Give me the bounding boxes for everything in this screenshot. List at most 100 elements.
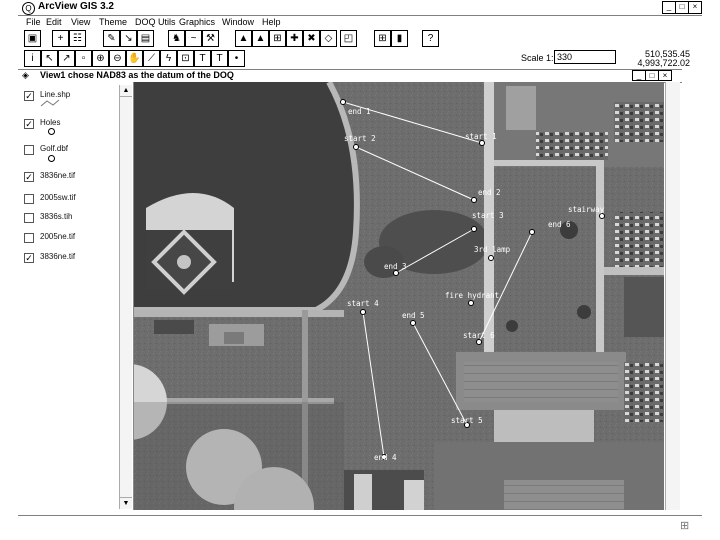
menu-graphics[interactable]: Graphics [179,17,215,27]
pointer-icon[interactable]: ↖ [41,50,58,67]
scroll-down-icon[interactable]: ▼ [120,497,132,509]
select-graphics-icon[interactable]: ◰ [340,30,357,47]
view-window-icon: ◈ [22,70,29,80]
button-bar: ▣ + ☷ ✎ ↘ ▤ ♞ ~ ⚒ ▲ ▲ ⊞ ✚ ✖ ◇ ◰ ⊞ ▮ ? [18,30,702,48]
draw-point-icon[interactable]: • [228,50,245,67]
close-icon[interactable]: × [688,1,702,14]
map-display[interactable]: end 1 start 1 start 2 end 2 start 3 stai… [134,82,664,510]
layer-checkbox[interactable]: ✓ [24,119,34,129]
vertex-edit-icon[interactable]: ↗ [58,50,75,67]
menu-bar: File Edit View Theme DOQ Utils Graphics … [18,16,702,29]
scroll-up-icon[interactable]: ▲ [120,85,132,97]
map-label: start 6 [463,331,495,340]
layer-checkbox[interactable] [24,145,34,155]
zoom-selected-icon[interactable]: ⊞ [269,30,286,47]
layer-name[interactable]: Line.shp [40,90,70,99]
tool-bar: i ↖ ↗ ▫ ⊕ ⊖ ✋ ⟋ ϟ ⊡ T T • [18,50,518,68]
map-label: 3rd lamp [474,245,511,254]
layout-page-icon[interactable]: ▮ [391,30,408,47]
map-label: fire hydrant [445,291,499,300]
map-label: end 4 [374,453,397,462]
zoom-in-tool-icon[interactable]: ⊕ [92,50,109,67]
zoom-previous-icon[interactable]: ◇ [320,30,337,47]
zoom-out-tool-icon[interactable]: ⊖ [109,50,126,67]
layer-checkbox[interactable] [24,213,34,223]
layer-checkbox[interactable] [24,233,34,243]
text-tool-icon[interactable]: T [211,50,228,67]
map-label: end 6 [548,220,571,229]
layer-name[interactable]: 2005ne.tif [40,232,75,241]
menu-view[interactable]: View [71,17,90,27]
app-title: ArcView GIS 3.2 [38,1,114,12]
table-of-contents: ✓ Line.shp ✓ Holes Golf.dbf ✓ 3836ne.tif… [18,82,134,510]
measure-icon[interactable]: ⟋ [143,50,160,67]
map-label: start 3 [472,211,504,220]
point-symbol-icon [48,128,55,135]
identify-icon[interactable]: i [24,50,41,67]
pan-icon[interactable]: ✋ [126,50,143,67]
map-label: start 2 [344,134,376,143]
status-bar: ⊞ [18,515,702,536]
menu-edit[interactable]: Edit [46,17,62,27]
view-close-icon[interactable]: × [658,70,672,81]
help-icon[interactable]: ? [422,30,439,47]
maximize-icon[interactable]: □ [675,1,689,14]
layout-grid-icon[interactable]: ⊞ [374,30,391,47]
layer-name[interactable]: 2005sw.tif [40,193,76,202]
layer-name[interactable]: 3836ne.tif [40,171,75,180]
layer-checkbox[interactable]: ✓ [24,253,34,263]
menu-window[interactable]: Window [222,17,254,27]
theme-properties-icon[interactable]: ☷ [69,30,86,47]
open-table-icon[interactable]: ▤ [137,30,154,47]
zoom-active-themes-icon[interactable]: ▲ [252,30,269,47]
layer-name[interactable]: Golf.dbf [40,144,68,153]
add-theme-icon[interactable]: + [52,30,69,47]
locate-address-icon[interactable]: ~ [185,30,202,47]
map-label: stairway [568,205,605,214]
map-label: start 5 [451,416,483,425]
aerial-photo-map[interactable]: end 1 start 1 start 2 end 2 start 3 stai… [134,82,664,510]
layer-checkbox[interactable]: ✓ [24,172,34,182]
view-minimize-icon[interactable]: _ [632,70,646,81]
view-title: View1 chose NAD83 as the datum of the DO… [40,70,234,80]
line-symbol-icon [40,99,60,107]
map-scrollbar[interactable] [665,82,680,510]
menu-theme[interactable]: Theme [99,17,127,27]
point-symbol-icon [48,155,55,162]
layer-name[interactable]: 3836s.tih [40,212,72,221]
label-icon[interactable]: T [194,50,211,67]
save-icon[interactable]: ▣ [24,30,41,47]
resize-grip-icon[interactable]: ⊞ [680,519,689,532]
hotlink-icon[interactable]: ϟ [160,50,177,67]
zoom-out-icon[interactable]: ✖ [303,30,320,47]
toc-scrollbar[interactable]: ▲ ▼ [119,85,132,509]
map-label: end 5 [402,311,425,320]
menu-doq-utils[interactable]: DOQ Utils [135,17,176,27]
select-features-icon[interactable]: ↘ [120,30,137,47]
map-label: start 1 [465,132,497,141]
coordinate-y: 4,993,722.02 [637,58,690,68]
zoom-full-extent-icon[interactable]: ▲ [235,30,252,47]
find-icon[interactable]: ♞ [168,30,185,47]
menu-help[interactable]: Help [262,17,281,27]
map-label: end 3 [384,262,407,271]
menu-file[interactable]: File [26,17,41,27]
app-title-bar: Q ArcView GIS 3.2 _ □ × [18,0,702,16]
layer-name[interactable]: Holes [40,118,60,127]
layer-checkbox[interactable] [24,194,34,204]
view-maximize-icon[interactable]: □ [645,70,659,81]
zoom-in-icon[interactable]: ✚ [286,30,303,47]
view-title-bar: ◈ View1 chose NAD83 as the datum of the … [18,69,682,83]
map-label: start 4 [347,299,379,308]
scale-label: Scale 1: [521,53,554,63]
area-of-interest-icon[interactable]: ⊡ [177,50,194,67]
map-label: end 2 [478,188,501,197]
select-feature-icon[interactable]: ▫ [75,50,92,67]
layer-checkbox[interactable]: ✓ [24,91,34,101]
minimize-icon[interactable]: _ [662,1,676,14]
arcview-logo-icon: Q [22,2,35,15]
scale-input[interactable]: 330 [554,50,616,64]
edit-legend-icon[interactable]: ✎ [103,30,120,47]
query-builder-icon[interactable]: ⚒ [202,30,219,47]
layer-name[interactable]: 3836ne.tif [40,252,75,261]
